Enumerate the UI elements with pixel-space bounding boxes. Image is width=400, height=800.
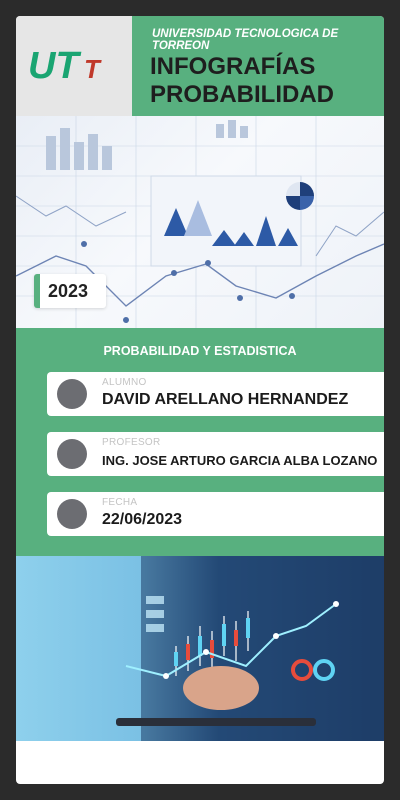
year-badge: 2023 <box>34 274 106 308</box>
bullet-icon <box>57 499 87 529</box>
student-label: ALUMNO <box>102 377 147 388</box>
svg-text:UT: UT <box>28 45 81 84</box>
analytics-photo <box>16 556 384 741</box>
date-value: 22/06/2023 <box>102 511 183 528</box>
subject-title: PROBABILIDAD Y ESTADISTICA <box>103 344 297 358</box>
date-label: FECHA <box>102 497 138 508</box>
teacher-name: ING. JOSE ARTURO GARCIA ALBA LOZANO <box>102 453 378 468</box>
university-name: UNIVERSIDAD TECNOLOGICA DE TORREON <box>152 28 339 52</box>
svg-text:T: T <box>84 54 102 84</box>
info-section: PROBABILIDAD Y ESTADISTICA ALUMNO DAVID … <box>16 328 384 556</box>
header: UNIVERSIDAD TECNOLOGICA DE TORREON INFOG… <box>132 16 384 116</box>
infographic-card: UT T UNIVERSIDAD TECNOLOGICA DE TORREON … <box>16 16 384 784</box>
title-line-1: INFOGRAFÍAS <box>150 53 316 80</box>
decorative-analytics-image <box>116 556 384 741</box>
title-line-2: PROBABILIDAD <box>150 81 334 108</box>
student-name: DAVID ARELLANO HERNANDEZ <box>102 391 349 408</box>
utt-logo: UT T <box>28 45 102 84</box>
page-title: INFOGRAFÍAS PROBABILIDAD <box>150 53 380 109</box>
logo-area: UT T <box>16 16 132 116</box>
teacher-row: PROFESOR ING. JOSE ARTURO GARCIA ALBA LO… <box>47 432 384 476</box>
teacher-label: PROFESOR <box>102 437 161 448</box>
hero-chart-image: 2023 <box>16 116 384 328</box>
bullet-icon <box>57 379 87 409</box>
student-row: ALUMNO DAVID ARELLANO HERNANDEZ <box>47 372 384 416</box>
date-row: FECHA 22/06/2023 <box>47 492 384 536</box>
bullet-icon <box>57 439 87 469</box>
